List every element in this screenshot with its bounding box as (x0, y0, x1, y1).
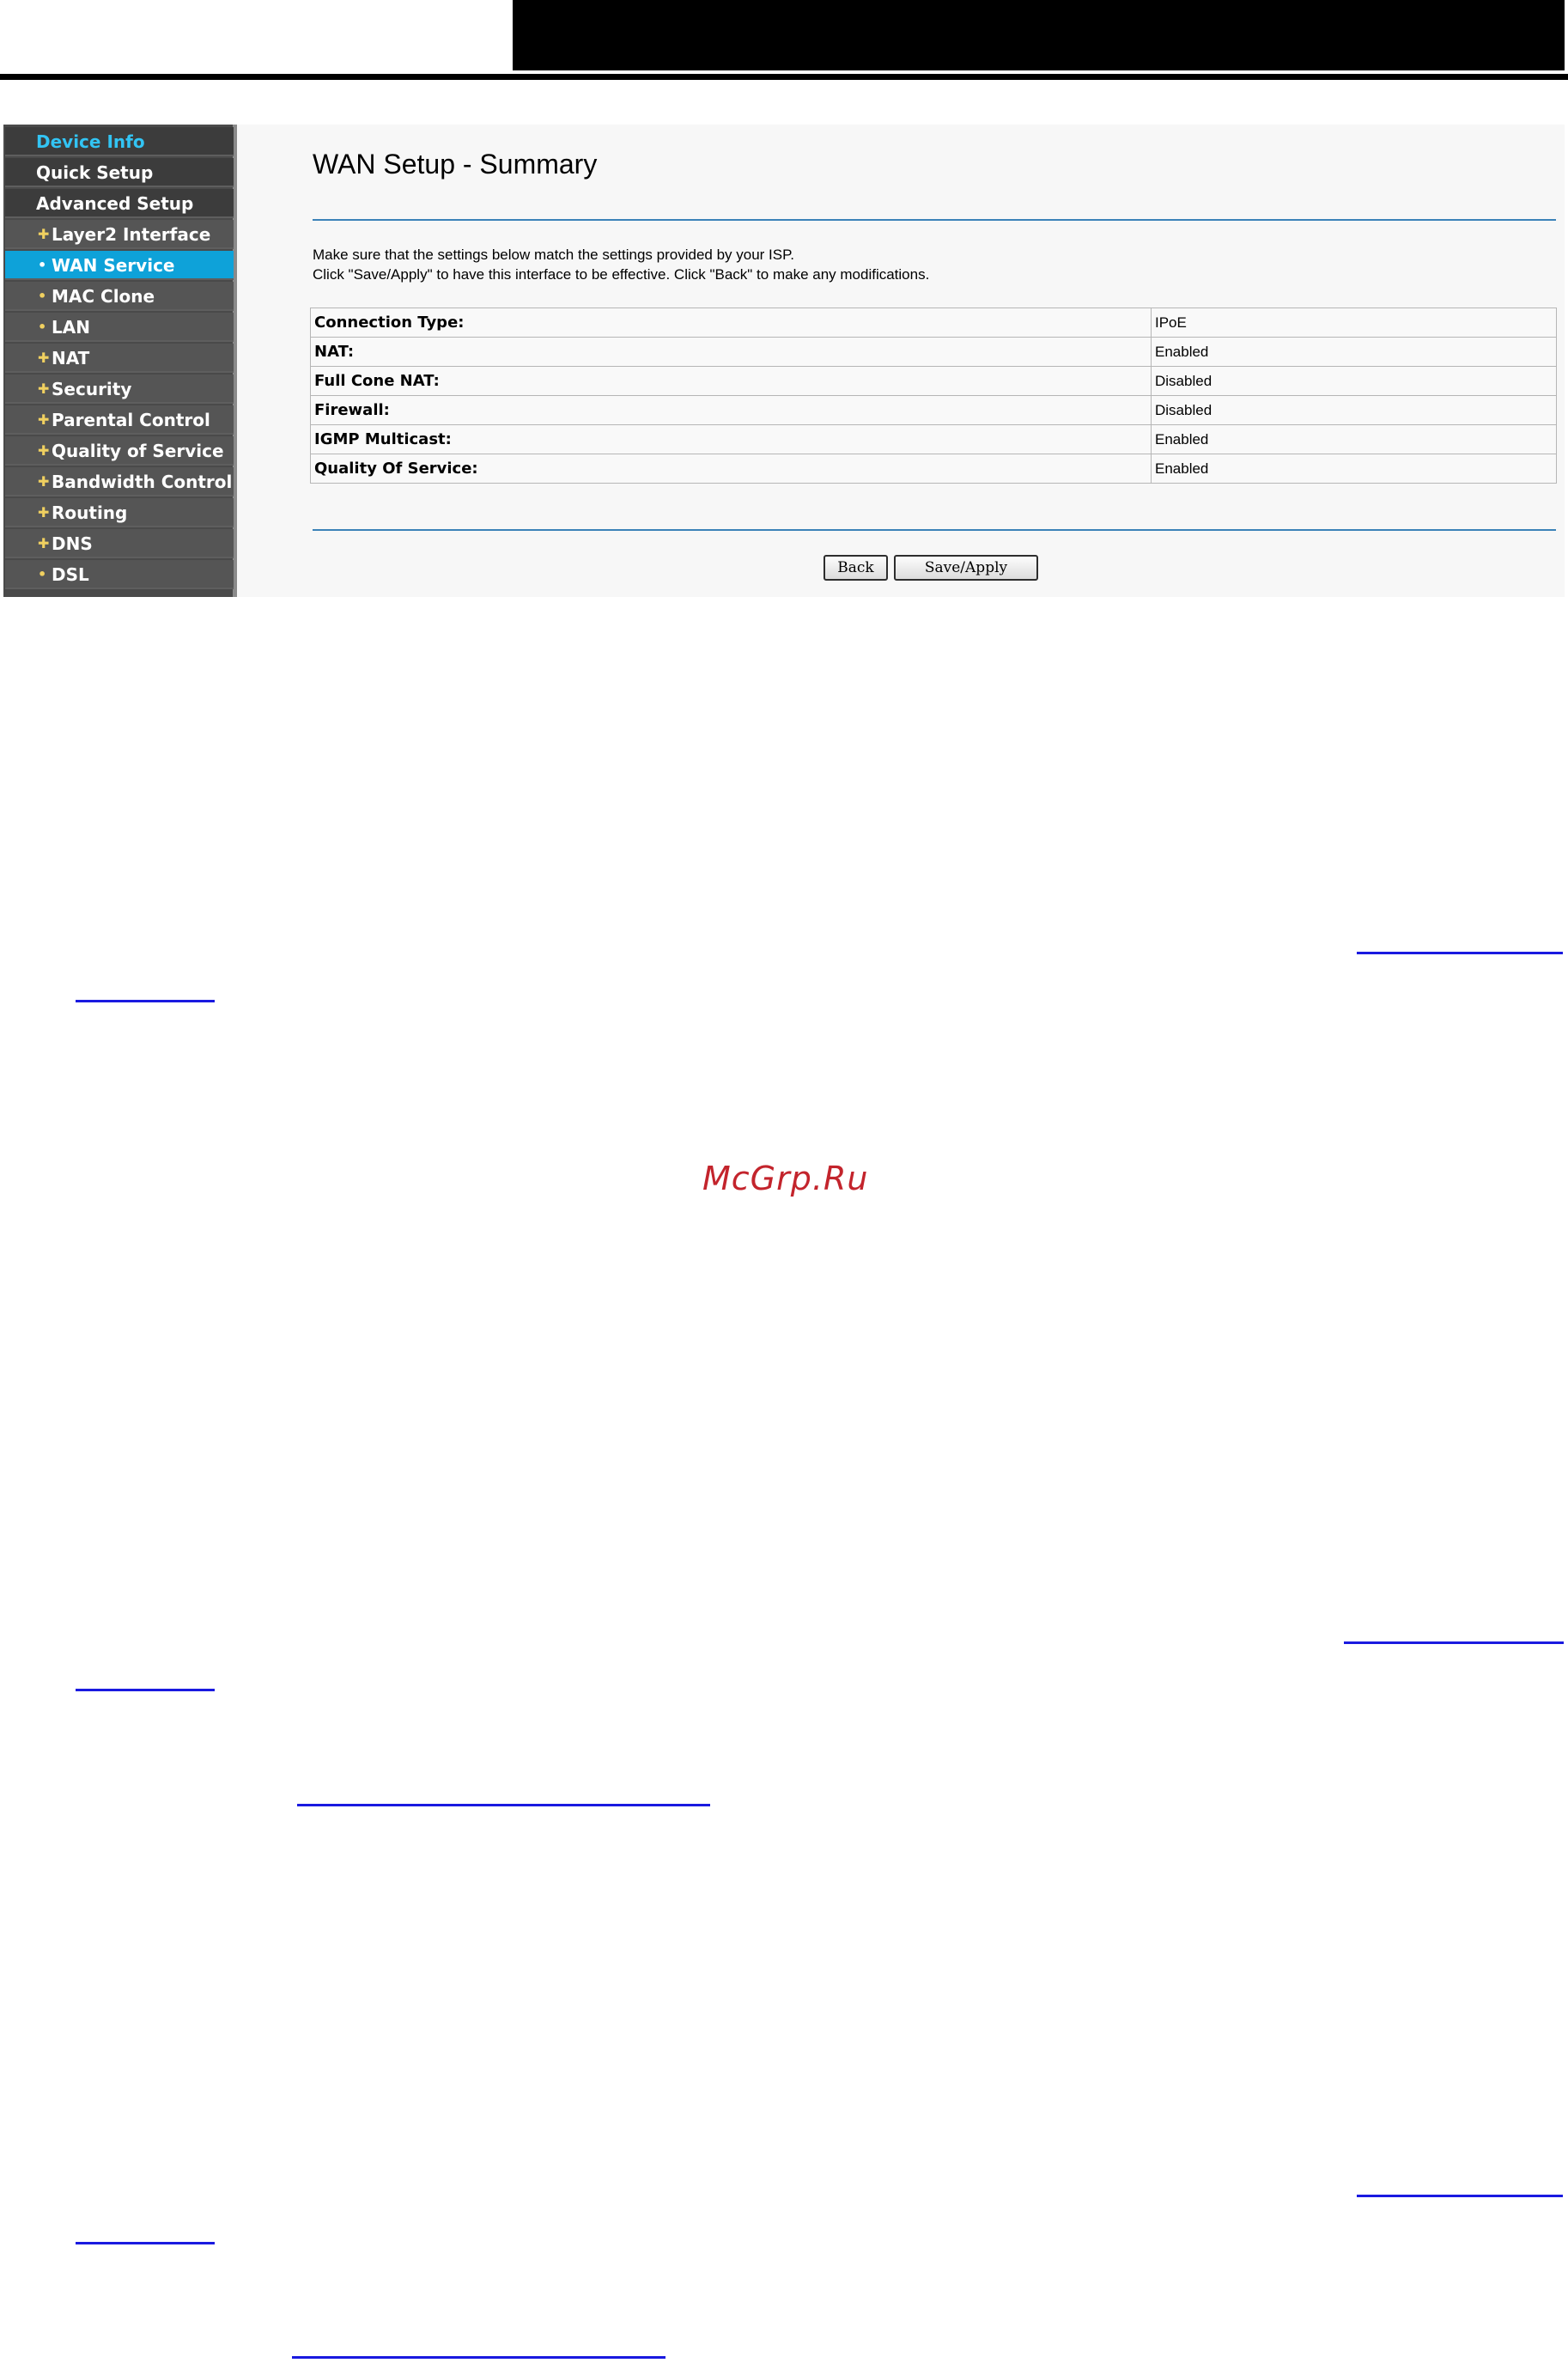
sidebar-item-label: Quality of Service (52, 441, 224, 461)
sidebar-item-label: Advanced Setup (36, 193, 194, 214)
row-key: NAT: (310, 337, 1152, 367)
sidebar-item-layer2-interface[interactable]: ✚ Layer2 Interface (5, 220, 234, 249)
sidebar-item-lan[interactable]: • LAN (5, 313, 234, 342)
sidebar-item-security[interactable]: ✚ Security (5, 375, 234, 404)
row-key: IGMP Multicast: (310, 424, 1152, 454)
router-ui-screenshot: Device Info Quick Setup Advanced Setup ✚… (3, 125, 1565, 597)
doc-link[interactable] (76, 2242, 215, 2244)
doc-link[interactable] (297, 1804, 710, 1806)
row-value: Disabled (1151, 395, 1557, 425)
table-row: Full Cone NAT: Disabled (310, 366, 1557, 396)
doc-link[interactable] (292, 2356, 665, 2359)
sidebar-item-label: Device Info (36, 131, 145, 152)
watermark: McGrp.Ru (702, 1160, 869, 1197)
table-row: Connection Type: IPoE (310, 308, 1557, 338)
dot-icon: • (38, 257, 47, 273)
summary-table: Connection Type: IPoE NAT: Enabled Full … (310, 308, 1557, 484)
divider (313, 219, 1556, 221)
page-header-band (513, 0, 1565, 70)
instructions: Make sure that the settings below match … (313, 245, 929, 284)
sidebar-item-wan-service[interactable]: • WAN Service (5, 251, 234, 280)
instruction-line: Click "Save/Apply" to have this interfac… (313, 266, 930, 283)
row-key: Connection Type: (310, 308, 1152, 338)
sidebar-item-advanced-setup[interactable]: Advanced Setup (5, 189, 234, 218)
sidebar-item-label: Layer2 Interface (52, 224, 211, 245)
doc-link[interactable] (76, 1000, 215, 1002)
plus-icon: ✚ (38, 504, 50, 521)
sidebar-item-label: WAN Service (52, 255, 175, 276)
doc-link[interactable] (1344, 1641, 1564, 1644)
dot-icon: • (38, 566, 47, 582)
dot-icon: • (38, 319, 47, 335)
page-header-rule (0, 74, 1568, 80)
sidebar-item-label: Routing (52, 502, 128, 523)
plus-icon: ✚ (38, 535, 50, 551)
sidebar-item-mac-clone[interactable]: • MAC Clone (5, 282, 234, 311)
sidebar-item-bandwidth-control[interactable]: ✚ Bandwidth Control (5, 467, 234, 496)
sidebar-item-label: MAC Clone (52, 286, 155, 307)
row-key: Full Cone NAT: (310, 366, 1152, 396)
row-value: Disabled (1151, 366, 1557, 396)
sidebar-item-label: LAN (52, 317, 90, 338)
divider (313, 529, 1556, 531)
main-content: WAN Setup - Summary Make sure that the s… (244, 125, 1565, 597)
sidebar-item-label: DSL (52, 564, 89, 585)
sidebar-item-label: Parental Control (52, 410, 210, 430)
sidebar: Device Info Quick Setup Advanced Setup ✚… (3, 125, 237, 597)
sidebar-item-quality-of-service[interactable]: ✚ Quality of Service (5, 436, 234, 466)
sidebar-item-quick-setup[interactable]: Quick Setup (5, 158, 234, 187)
row-value: IPoE (1151, 308, 1557, 338)
sidebar-item-device-info[interactable]: Device Info (5, 127, 234, 156)
row-key: Quality Of Service: (310, 454, 1152, 484)
sidebar-item-parental-control[interactable]: ✚ Parental Control (5, 405, 234, 435)
table-row: Firewall: Disabled (310, 395, 1557, 425)
save-apply-button[interactable]: Save/Apply (894, 555, 1038, 581)
plus-icon: ✚ (38, 442, 50, 459)
row-key: Firewall: (310, 395, 1152, 425)
plus-icon: ✚ (38, 411, 50, 428)
plus-icon: ✚ (38, 350, 50, 366)
table-row: IGMP Multicast: Enabled (310, 424, 1557, 454)
dot-icon: • (38, 288, 47, 304)
doc-link[interactable] (1357, 2195, 1563, 2197)
row-value: Enabled (1151, 424, 1557, 454)
sidebar-item-label: Quick Setup (36, 162, 154, 183)
sidebar-item-routing[interactable]: ✚ Routing (5, 498, 234, 527)
back-button[interactable]: Back (824, 555, 888, 581)
table-row: Quality Of Service: Enabled (310, 454, 1557, 484)
instruction-line: Make sure that the settings below match … (313, 247, 794, 263)
doc-link[interactable] (1357, 952, 1563, 954)
page-title: WAN Setup - Summary (313, 149, 598, 180)
plus-icon: ✚ (38, 473, 50, 490)
doc-link[interactable] (76, 1689, 215, 1691)
table-row: NAT: Enabled (310, 337, 1557, 367)
plus-icon: ✚ (38, 381, 50, 397)
sidebar-item-label: Security (52, 379, 132, 399)
plus-icon: ✚ (38, 226, 50, 242)
sidebar-item-dns[interactable]: ✚ DNS (5, 529, 234, 558)
sidebar-item-nat[interactable]: ✚ NAT (5, 344, 234, 373)
row-value: Enabled (1151, 337, 1557, 367)
sidebar-item-label: Bandwidth Control (52, 472, 233, 492)
sidebar-item-dsl[interactable]: • DSL (5, 560, 234, 589)
row-value: Enabled (1151, 454, 1557, 484)
